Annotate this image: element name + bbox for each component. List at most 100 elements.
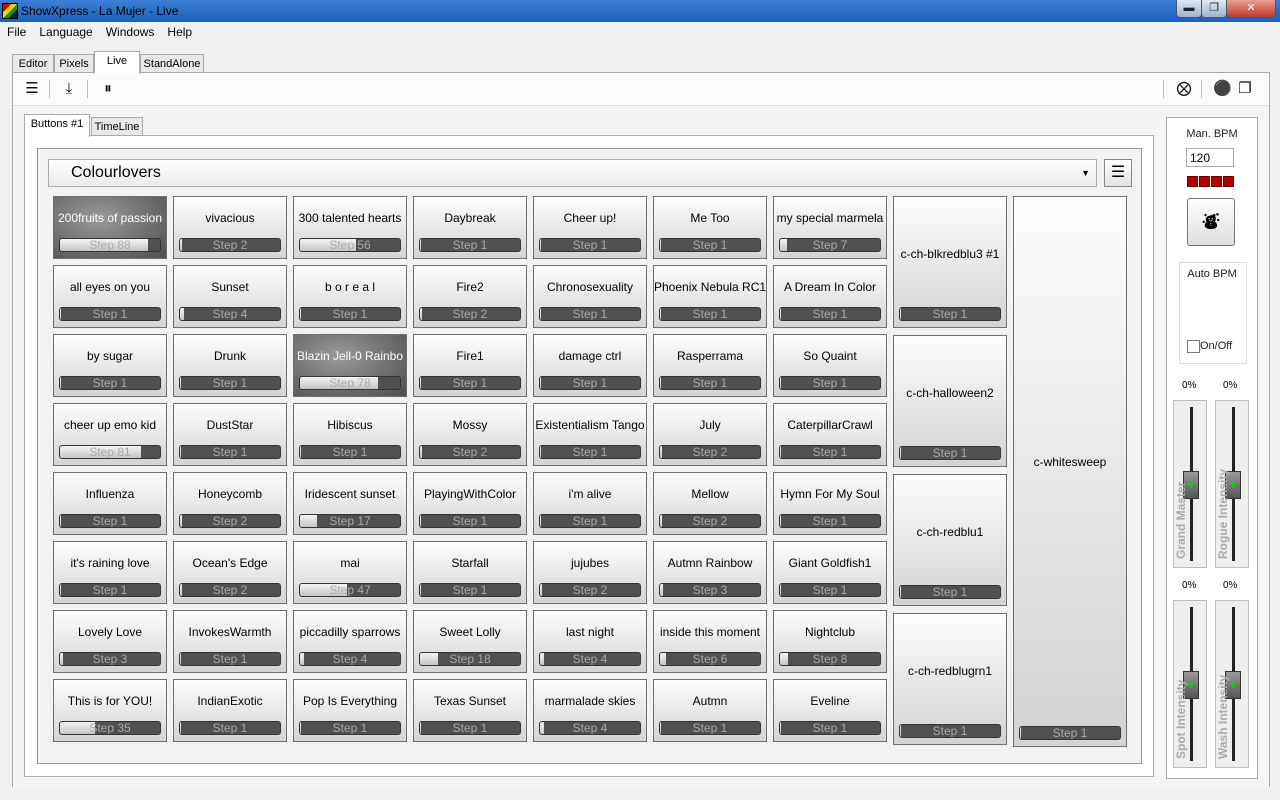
chase-button[interactable]: by sugar Step 1 (53, 334, 167, 397)
chase-button[interactable]: Sweet Lolly Step 18 (413, 610, 527, 673)
chase-button[interactable]: mai Step 47 (293, 541, 407, 604)
chase-button[interactable]: Autmn Step 1 (653, 679, 767, 742)
chase-button[interactable]: Fire1 Step 1 (413, 334, 527, 397)
tall-chase-button[interactable]: c-ch-redblu1 Step 1 (893, 474, 1007, 606)
tab-standalone[interactable]: StandAlone (140, 54, 204, 73)
grand-master-fader[interactable]: Grand Master (1173, 400, 1207, 568)
menu-language[interactable]: Language (32, 22, 98, 39)
tab-editor[interactable]: Editor (12, 54, 54, 73)
chase-button[interactable]: Iridescent sunset Step 17 (293, 472, 407, 535)
chase-button[interactable]: CaterpillarCrawl Step 1 (773, 403, 887, 466)
chase-button[interactable]: July Step 2 (653, 403, 767, 466)
chase-button[interactable]: Nightclub Step 8 (773, 610, 887, 673)
chase-button[interactable]: jujubes Step 2 (533, 541, 647, 604)
chase-button[interactable]: This is for YOU! Step 35 (53, 679, 167, 742)
chase-button[interactable]: Pop Is Everything Step 1 (293, 679, 407, 742)
download-icon[interactable]: ⤓ (61, 81, 77, 97)
chase-button[interactable]: my special marmela Step 7 (773, 196, 887, 259)
tall-chase-button[interactable]: c-ch-blkredblu3 #1 Step 1 (893, 196, 1007, 328)
chase-button-label: Lovely Love (77, 625, 143, 639)
step-progress-bar: Step 17 (299, 514, 401, 528)
pause-icon[interactable]: ⏸ (100, 81, 116, 97)
chase-button[interactable]: it's raining love Step 1 (53, 541, 167, 604)
chase-button[interactable]: Hibiscus Step 1 (293, 403, 407, 466)
chase-button[interactable]: Blazin Jell-0 Rainbo Step 78 (293, 334, 407, 397)
chase-button[interactable]: Lovely Love Step 3 (53, 610, 167, 673)
chase-button[interactable]: IndianExotic Step 1 (173, 679, 287, 742)
chase-button[interactable]: 200fruits of passion Step 88 (53, 196, 167, 259)
maximize-button[interactable]: ❐ (1201, 0, 1227, 18)
page-menu-button[interactable]: ☰ (1104, 159, 1132, 187)
chase-button[interactable]: Fire2 Step 2 (413, 265, 527, 328)
chase-button[interactable]: marmalade skies Step 4 (533, 679, 647, 742)
chase-button[interactable]: b o r e a l Step 1 (293, 265, 407, 328)
tall-chase-button[interactable]: c-ch-halloween2 Step 1 (893, 335, 1007, 467)
close-circle-icon[interactable]: ⨂ (1176, 81, 1192, 97)
chase-button[interactable]: vivacious Step 2 (173, 196, 287, 259)
chase-button[interactable]: Ocean's Edge Step 2 (173, 541, 287, 604)
tall-chase-button[interactable]: c-ch-redblugrn1 Step 1 (893, 613, 1007, 745)
chase-button[interactable]: Sunset Step 4 (173, 265, 287, 328)
chase-button[interactable]: Drunk Step 1 (173, 334, 287, 397)
chase-button[interactable]: Texas Sunset Step 1 (413, 679, 527, 742)
chase-button[interactable]: Giant Goldfish1 Step 1 (773, 541, 887, 604)
man-bpm-input[interactable]: 120 (1186, 148, 1234, 167)
chase-button-label: vivacious (205, 211, 255, 225)
chase-button[interactable]: i'm alive Step 1 (533, 472, 647, 535)
chase-button[interactable]: Existentialism Tango Step 1 (533, 403, 647, 466)
chase-button[interactable]: Hymn For My Soul Step 1 (773, 472, 887, 535)
chase-button[interactable]: piccadilly sparrows Step 4 (293, 610, 407, 673)
auto-bpm-checkbox[interactable] (1187, 340, 1200, 353)
chase-button[interactable]: A Dream In Color Step 1 (773, 265, 887, 328)
step-label: Step 1 (332, 721, 368, 735)
big-chase-button[interactable]: c-whitesweep Step 1 (1013, 196, 1127, 747)
rogue-intensity-fader[interactable]: Rogue Intensity (1215, 400, 1249, 568)
chase-button[interactable]: So Quaint Step 1 (773, 334, 887, 397)
chase-button[interactable]: Mossy Step 2 (413, 403, 527, 466)
chase-button-label: DustStar (206, 418, 254, 432)
chase-button[interactable]: inside this moment Step 6 (653, 610, 767, 673)
step-label: Step 17 (329, 514, 371, 528)
menu-icon[interactable]: ☰ (24, 81, 40, 97)
chase-button[interactable]: damage ctrl Step 1 (533, 334, 647, 397)
step-progress-bar: Step 3 (659, 583, 761, 597)
page-select[interactable]: Colourlovers ▼ (48, 159, 1097, 187)
chase-button[interactable]: 300 talented hearts Step 56 (293, 196, 407, 259)
close-button[interactable]: ✕ (1226, 0, 1276, 18)
chase-button[interactable]: Autmn Rainbow Step 3 (653, 541, 767, 604)
chase-button[interactable]: Honeycomb Step 2 (173, 472, 287, 535)
spot-intensity-fader[interactable]: Spot Intensity (1173, 600, 1207, 768)
dmx-icon[interactable]: ⚫ (1213, 81, 1232, 97)
chase-button[interactable]: Starfall Step 1 (413, 541, 527, 604)
chase-button[interactable]: Rasperrama Step 1 (653, 334, 767, 397)
menu-help[interactable]: Help (160, 22, 198, 39)
chase-button[interactable]: all eyes on you Step 1 (53, 265, 167, 328)
chase-button[interactable]: Chronosexuality Step 1 (533, 265, 647, 328)
step-label: Step 1 (692, 376, 728, 390)
minimize-button[interactable]: ▬ (1176, 0, 1202, 18)
step-label: Step 1 (452, 583, 488, 597)
chase-button[interactable]: last night Step 4 (533, 610, 647, 673)
step-label: Step 1 (452, 514, 488, 528)
chase-button[interactable]: Me Too Step 1 (653, 196, 767, 259)
chase-button[interactable]: DustStar Step 1 (173, 403, 287, 466)
chase-button[interactable]: cheer up emo kid Step 81 (53, 403, 167, 466)
menu-windows[interactable]: Windows (99, 22, 161, 39)
chase-button[interactable]: Cheer up! Step 1 (533, 196, 647, 259)
menu-file[interactable]: File (0, 22, 32, 39)
tab-buttons-1[interactable]: Buttons #1 (24, 114, 90, 137)
tab-live[interactable]: Live (94, 51, 140, 74)
tap-bpm-button[interactable]: ⛇ (1187, 198, 1235, 246)
chase-button[interactable]: Daybreak Step 1 (413, 196, 527, 259)
windows-icon[interactable]: ❐ (1237, 81, 1253, 97)
chase-button[interactable]: Mellow Step 2 (653, 472, 767, 535)
chase-button-label: Autmn (692, 694, 728, 708)
chase-button[interactable]: InvokesWarmth Step 1 (173, 610, 287, 673)
chase-button[interactable]: Eveline Step 1 (773, 679, 887, 742)
tab-timeline[interactable]: TimeLine (91, 117, 143, 136)
chase-button[interactable]: Influenza Step 1 (53, 472, 167, 535)
chase-button[interactable]: Phoenix Nebula RC1 Step 1 (653, 265, 767, 328)
chase-button[interactable]: PlayingWithColor Step 1 (413, 472, 527, 535)
wash-intensity-fader[interactable]: Wash Intensity (1215, 600, 1249, 768)
tab-pixels[interactable]: Pixels (54, 54, 94, 73)
